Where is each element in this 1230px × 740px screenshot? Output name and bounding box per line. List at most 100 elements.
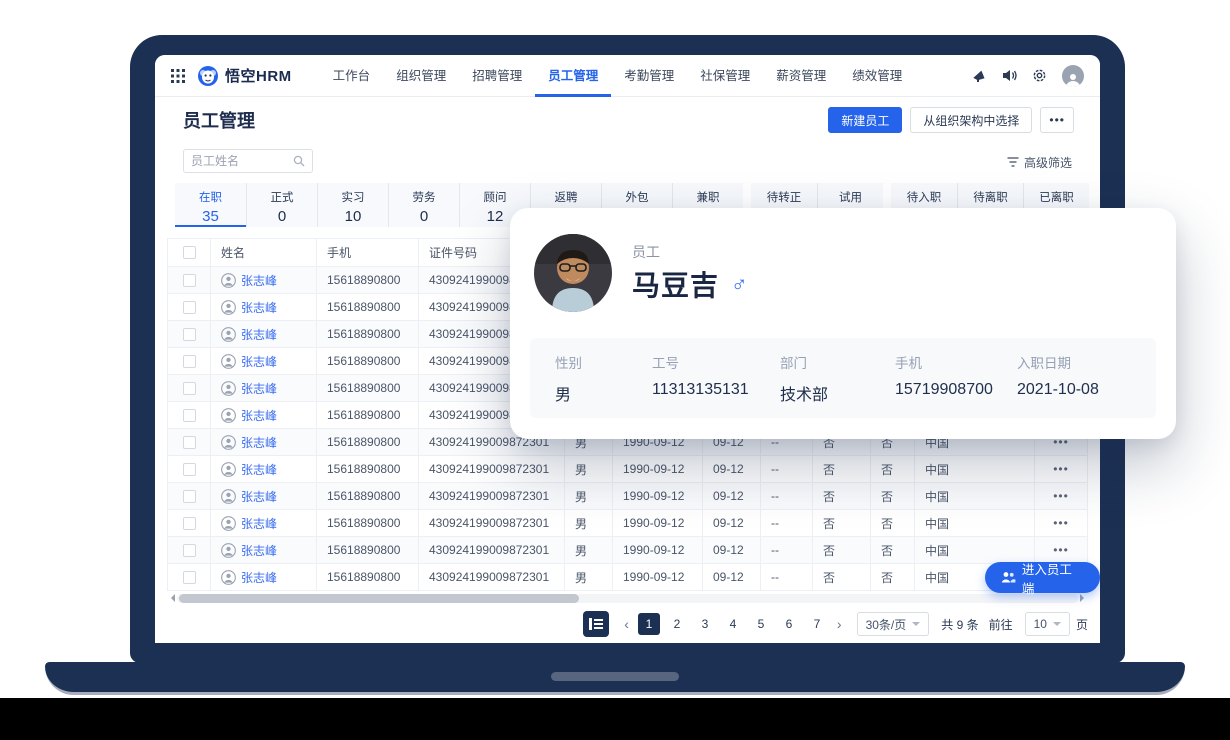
cell-birthday: 09-12: [703, 483, 761, 510]
table-row: 张志峰 15618890800 430924199009872301 男 199…: [167, 510, 1088, 537]
field-hire-date: 入职日期 2021-10-08: [1017, 352, 1099, 399]
person-avatar-icon: [221, 327, 236, 342]
goto-page-select[interactable]: 10: [1025, 612, 1070, 636]
menu-item-salary[interactable]: 薪资管理: [763, 55, 839, 97]
page-title: 员工管理: [183, 107, 255, 133]
prev-page-arrow[interactable]: ‹: [621, 616, 632, 632]
employee-name-link[interactable]: 张志峰: [241, 488, 277, 505]
cell-flag2: 否: [871, 510, 915, 537]
employee-name-link[interactable]: 张志峰: [241, 542, 277, 559]
row-checkbox[interactable]: [183, 382, 196, 395]
scroll-left-arrow[interactable]: [167, 594, 175, 602]
menu-item-org[interactable]: 组织管理: [383, 55, 459, 97]
employee-name-link[interactable]: 张志峰: [241, 434, 277, 451]
employee-name-link[interactable]: 张志峰: [241, 272, 277, 289]
apps-grid-icon[interactable]: [171, 69, 185, 83]
tab-onjob[interactable]: 在职35: [175, 183, 246, 227]
row-checkbox[interactable]: [183, 274, 196, 287]
employee-name-link[interactable]: 张志峰: [241, 353, 277, 370]
cell-phone: 15618890800: [317, 537, 419, 564]
more-actions-button[interactable]: •••: [1040, 107, 1074, 133]
menu-item-workbench[interactable]: 工作台: [320, 55, 384, 97]
search-icon[interactable]: [293, 155, 305, 167]
employee-name-link[interactable]: 张志峰: [241, 407, 277, 424]
menu-item-performance[interactable]: 绩效管理: [839, 55, 915, 97]
table-row: 张志峰 15618890800 430924199009872301 男 199…: [167, 537, 1088, 564]
employee-name-link[interactable]: 张志峰: [241, 299, 277, 316]
row-checkbox[interactable]: [183, 571, 196, 584]
row-checkbox[interactable]: [183, 517, 196, 530]
header-phone: 手机: [317, 239, 419, 267]
cell-birth-date: 1990-09-12: [613, 564, 703, 591]
employee-name-link[interactable]: 张志峰: [241, 569, 277, 586]
megaphone-icon[interactable]: [972, 68, 987, 83]
page-6[interactable]: 6: [778, 613, 800, 635]
cell-phone: 15618890800: [317, 321, 419, 348]
employee-name-link[interactable]: 张志峰: [241, 515, 277, 532]
employee-name-link[interactable]: 张志峰: [241, 380, 277, 397]
tab-formal[interactable]: 正式0: [246, 183, 317, 227]
settings-gear-icon[interactable]: [1032, 68, 1047, 83]
menu-item-employee[interactable]: 员工管理: [535, 55, 611, 97]
cell-flag1: 否: [813, 456, 871, 483]
enter-employee-portal-button[interactable]: 进入员工端: [985, 562, 1100, 593]
menu-item-attendance[interactable]: 考勤管理: [611, 55, 687, 97]
employee-type-label: 员工: [632, 242, 660, 262]
cell-id-number: 430924199009872301: [419, 483, 565, 510]
person-avatar-icon: [221, 489, 236, 504]
cell-dash: --: [761, 564, 813, 591]
select-all-checkbox[interactable]: [183, 246, 196, 259]
person-avatar-icon: [221, 570, 236, 585]
cell-id-number: 430924199009872301: [419, 510, 565, 537]
total-count-label: 共 9 条: [941, 616, 978, 633]
cell-flag2: 否: [871, 456, 915, 483]
advanced-filter-button[interactable]: 高级筛选: [1007, 154, 1072, 171]
page-5[interactable]: 5: [750, 613, 772, 635]
row-checkbox[interactable]: [183, 409, 196, 422]
menu-item-recruit[interactable]: 招聘管理: [459, 55, 535, 97]
row-checkbox[interactable]: [183, 436, 196, 449]
page-4[interactable]: 4: [722, 613, 744, 635]
row-more-button[interactable]: •••: [1035, 510, 1088, 537]
bottom-black-strip: [0, 698, 1230, 740]
row-checkbox[interactable]: [183, 301, 196, 314]
speaker-icon[interactable]: [1002, 68, 1017, 83]
cell-gender: 男: [565, 456, 613, 483]
employee-name-link[interactable]: 张志峰: [241, 326, 277, 343]
table-settings-button[interactable]: [583, 611, 609, 637]
goto-label: 前往: [989, 616, 1013, 633]
employee-name-link[interactable]: 张志峰: [241, 461, 277, 478]
page-1[interactable]: 1: [638, 613, 660, 635]
page-7[interactable]: 7: [806, 613, 828, 635]
row-checkbox[interactable]: [183, 544, 196, 557]
row-checkbox[interactable]: [183, 463, 196, 476]
page-3[interactable]: 3: [694, 613, 716, 635]
person-avatar-icon: [221, 354, 236, 369]
employee-name-input[interactable]: [191, 154, 293, 168]
employee-popup-card: 员工 马豆吉 ♂ 性别 男 工号 11313135131 部门 技术部 手机 1…: [510, 208, 1176, 439]
cell-birthday: 09-12: [703, 537, 761, 564]
row-checkbox[interactable]: [183, 490, 196, 503]
cell-phone: 15618890800: [317, 510, 419, 537]
tab-intern[interactable]: 实习10: [317, 183, 388, 227]
filter-funnel-icon: [1007, 157, 1019, 168]
row-checkbox[interactable]: [183, 355, 196, 368]
cell-dash: --: [761, 456, 813, 483]
select-from-org-button[interactable]: 从组织架构中选择: [910, 107, 1032, 133]
row-more-button[interactable]: •••: [1035, 483, 1088, 510]
row-checkbox[interactable]: [183, 328, 196, 341]
table-row: 张志峰 15618890800 430924199009872301 男 199…: [167, 483, 1088, 510]
cell-flag2: 否: [871, 483, 915, 510]
page-2[interactable]: 2: [666, 613, 688, 635]
tab-labor[interactable]: 劳务0: [388, 183, 459, 227]
new-employee-button[interactable]: 新建员工: [828, 107, 902, 133]
scroll-track[interactable]: [177, 594, 1078, 603]
scroll-thumb[interactable]: [179, 594, 579, 603]
male-gender-icon: ♂: [731, 271, 748, 297]
next-page-arrow[interactable]: ›: [834, 616, 845, 632]
row-more-button[interactable]: •••: [1035, 456, 1088, 483]
menu-item-social[interactable]: 社保管理: [687, 55, 763, 97]
page-size-select[interactable]: 30条/页: [857, 612, 930, 636]
user-avatar[interactable]: [1062, 65, 1084, 87]
cell-phone: 15618890800: [317, 429, 419, 456]
